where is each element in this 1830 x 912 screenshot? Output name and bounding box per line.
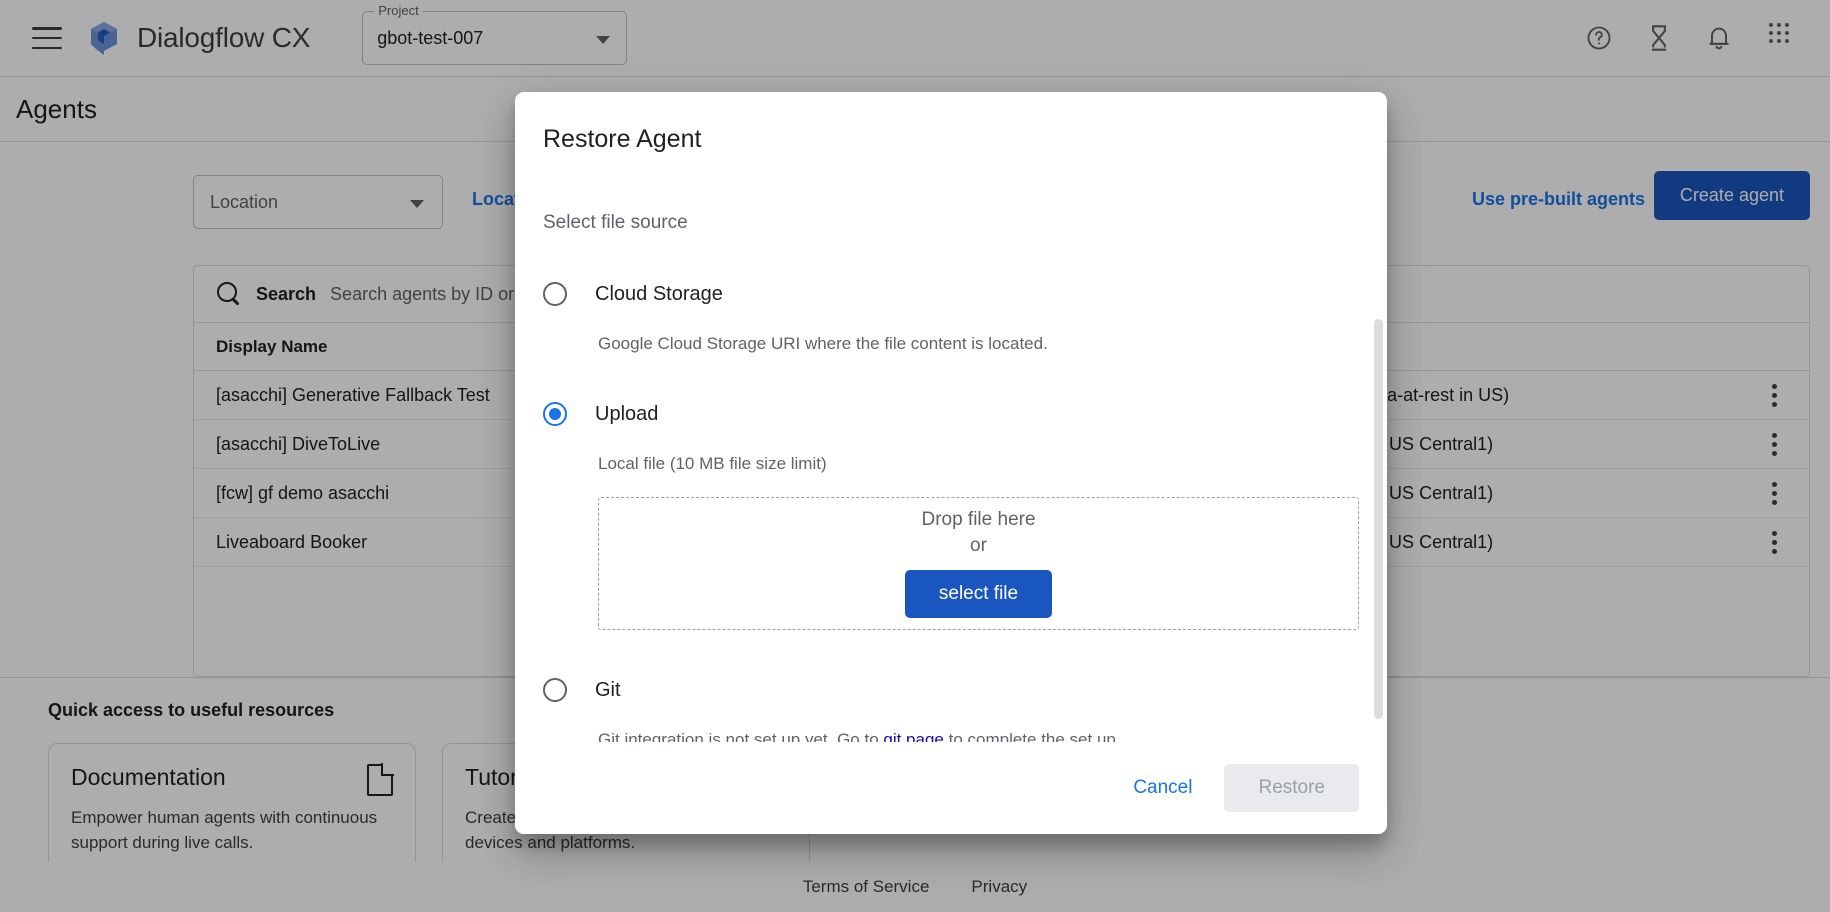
dialog-footer: Cancel Restore <box>515 742 1387 834</box>
cancel-button[interactable]: Cancel <box>1111 764 1214 812</box>
radio-label-git: Git <box>595 679 621 702</box>
app-root: Dialogflow CX Project gbot-test-007 <box>0 0 1830 912</box>
helper-text-cloud-storage: Google Cloud Storage URI where the file … <box>598 334 1359 354</box>
git-helper-suffix: to complete the set up. <box>944 730 1121 742</box>
helper-text-upload: Local file (10 MB file size limit) <box>598 454 1359 474</box>
radio-button-upload[interactable] <box>543 402 567 426</box>
radio-label-cloud-storage: Cloud Storage <box>595 283 723 306</box>
radio-option-upload[interactable]: Upload <box>543 402 1359 426</box>
select-file-source-label: Select file source <box>543 212 1359 234</box>
git-page-link[interactable]: git page <box>883 730 944 742</box>
dialog-title: Restore Agent <box>515 92 1387 154</box>
dialog-body: Select file source Cloud Storage Google … <box>515 154 1387 742</box>
radio-label-upload: Upload <box>595 403 658 426</box>
restore-button: Restore <box>1224 764 1359 812</box>
dropzone-drop-text: Drop file here <box>921 509 1035 531</box>
file-dropzone[interactable]: Drop file here or select file <box>598 497 1359 630</box>
helper-text-git: Git integration is not set up yet. Go to… <box>598 730 1359 742</box>
git-helper-prefix: Git integration is not set up yet. Go to <box>598 730 883 742</box>
select-file-button[interactable]: select file <box>905 570 1052 618</box>
radio-option-cloud-storage[interactable]: Cloud Storage <box>543 282 1359 306</box>
radio-button-git[interactable] <box>543 678 567 702</box>
restore-agent-dialog: Restore Agent Select file source Cloud S… <box>515 92 1387 834</box>
dialog-scrollbar-thumb[interactable] <box>1374 319 1383 719</box>
radio-option-git[interactable]: Git <box>543 678 1359 702</box>
dropzone-or-text: or <box>970 535 987 557</box>
radio-button-cloud-storage[interactable] <box>543 282 567 306</box>
